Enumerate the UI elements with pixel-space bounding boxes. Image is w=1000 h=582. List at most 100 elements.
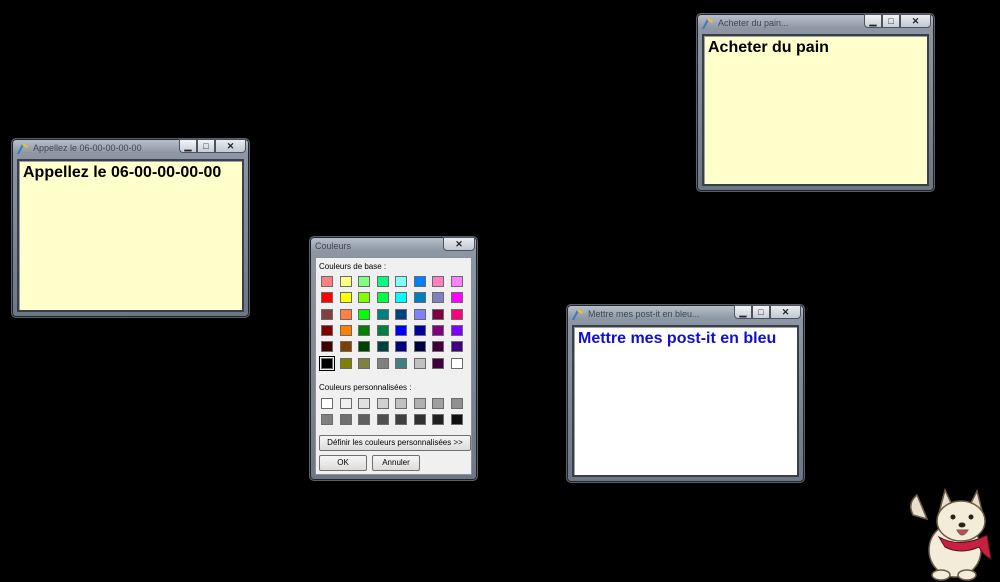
custom-color-swatch[interactable] [339,414,352,426]
basic-color-swatch[interactable] [376,292,389,304]
custom-color-swatch[interactable] [450,414,463,426]
sticky-note-window-3[interactable]: Mettre mes post-it en bleu... ▁ □ ✕ Mett… [566,304,805,483]
maximize-button[interactable]: □ [752,305,770,319]
title-bar[interactable]: Couleurs ✕ [310,237,477,257]
custom-color-swatch[interactable] [376,398,389,409]
dog-mascot-image [910,487,992,581]
basic-color-swatch[interactable] [321,324,333,336]
custom-color-swatch[interactable] [432,414,444,426]
basic-color-swatch[interactable] [358,292,370,304]
basic-color-swatch[interactable] [432,357,444,369]
basic-colors-label: Couleurs de base : [319,262,387,271]
note-content[interactable]: Mettre mes post-it en bleu [578,330,776,348]
basic-color-swatch[interactable] [358,308,370,320]
basic-color-swatch[interactable] [339,357,352,369]
basic-color-swatch[interactable] [413,292,426,304]
notes-app-icon [702,18,713,29]
dialog-title: Couleurs [315,241,352,251]
basic-color-swatch[interactable] [450,308,463,320]
basic-color-swatch[interactable] [319,355,335,371]
window-title: Appellez le 06-00-00-00-00 [33,143,142,153]
basic-color-swatch[interactable] [413,276,426,287]
custom-color-swatch[interactable] [321,398,333,409]
basic-color-swatch[interactable] [432,292,444,304]
basic-color-swatch[interactable] [450,324,463,336]
note-content[interactable]: Acheter du pain [708,39,829,57]
basic-color-swatch[interactable] [321,276,333,287]
title-bar[interactable]: Acheter du pain... ▁ □ ✕ [697,14,934,34]
basic-color-swatch[interactable] [376,357,389,369]
custom-color-swatch[interactable] [395,414,407,426]
basic-color-swatch[interactable] [358,357,370,369]
basic-color-swatch[interactable] [339,292,352,304]
basic-color-swatch[interactable] [432,341,444,353]
note-content[interactable]: Appellez le 06-00-00-00-00 [23,164,221,182]
note-text-area[interactable]: Appellez le 06-00-00-00-00 [17,159,244,312]
note-text-area[interactable]: Acheter du pain [702,34,929,186]
minimize-button[interactable]: ▁ [864,14,882,28]
define-custom-colors-button[interactable]: Définir les couleurs personnalisées >> [319,435,471,451]
basic-color-swatch[interactable] [339,276,352,287]
basic-color-swatch[interactable] [395,341,407,353]
basic-color-swatch[interactable] [395,357,407,369]
basic-color-swatch[interactable] [339,308,352,320]
basic-color-swatch[interactable] [321,292,333,304]
basic-color-swatch[interactable] [376,276,389,287]
cancel-button[interactable]: Annuler [372,455,420,471]
basic-color-swatch[interactable] [321,341,333,353]
basic-color-swatch[interactable] [395,292,407,304]
note-text-area[interactable]: Mettre mes post-it en bleu [572,325,799,477]
basic-color-swatch[interactable] [432,308,444,320]
basic-color-swatch[interactable] [450,341,463,353]
custom-color-swatch[interactable] [321,414,333,426]
basic-color-swatch[interactable] [358,341,370,353]
custom-color-swatch[interactable] [413,414,426,426]
custom-color-swatch[interactable] [413,398,426,409]
basic-color-swatch[interactable] [376,341,389,353]
sticky-note-window-1[interactable]: Appellez le 06-00-00-00-00 ▁ □ ✕ Appelle… [11,138,250,318]
basic-color-swatch[interactable] [450,357,463,369]
custom-color-swatch[interactable] [376,414,389,426]
maximize-button[interactable]: □ [197,139,215,153]
sticky-note-window-2[interactable]: Acheter du pain... ▁ □ ✕ Acheter du pain [696,13,935,192]
custom-color-swatch[interactable] [432,398,444,409]
basic-color-swatch[interactable] [432,276,444,287]
dialog-body: Couleurs de base : Couleurs personnalisé… [315,257,472,475]
basic-color-swatch[interactable] [413,357,426,369]
close-button[interactable]: ✕ [770,305,801,319]
basic-color-swatch[interactable] [339,324,352,336]
notes-app-icon [17,143,28,154]
basic-color-swatch[interactable] [358,324,370,336]
basic-color-swatch[interactable] [358,276,370,287]
custom-color-swatch[interactable] [358,398,370,409]
basic-color-swatch[interactable] [321,308,333,320]
basic-color-swatch[interactable] [395,308,407,320]
close-button[interactable]: ✕ [443,237,475,251]
basic-color-swatch[interactable] [413,324,426,336]
basic-color-swatch[interactable] [376,308,389,320]
basic-color-swatch[interactable] [339,341,352,353]
ok-button[interactable]: OK [319,455,367,471]
notes-app-icon [572,309,583,320]
color-dialog[interactable]: Couleurs ✕ Couleurs de base : Couleurs p… [309,236,478,481]
window-title: Mettre mes post-it en bleu... [588,309,700,319]
basic-color-swatch[interactable] [413,341,426,353]
title-bar[interactable]: Appellez le 06-00-00-00-00 ▁ □ ✕ [12,139,249,159]
minimize-button[interactable]: ▁ [179,139,197,153]
basic-color-swatch[interactable] [450,292,463,304]
custom-color-swatch[interactable] [358,414,370,426]
title-bar[interactable]: Mettre mes post-it en bleu... ▁ □ ✕ [567,305,804,325]
basic-color-swatch[interactable] [432,324,444,336]
custom-color-swatch[interactable] [339,398,352,409]
custom-color-swatch[interactable] [450,398,463,409]
close-button[interactable]: ✕ [900,14,931,28]
basic-color-swatch[interactable] [376,324,389,336]
basic-color-swatch[interactable] [395,276,407,287]
minimize-button[interactable]: ▁ [734,305,752,319]
close-button[interactable]: ✕ [215,139,246,153]
maximize-button[interactable]: □ [882,14,900,28]
basic-color-swatch[interactable] [395,324,407,336]
basic-color-swatch[interactable] [450,276,463,287]
basic-color-swatch[interactable] [413,308,426,320]
custom-color-swatch[interactable] [395,398,407,409]
